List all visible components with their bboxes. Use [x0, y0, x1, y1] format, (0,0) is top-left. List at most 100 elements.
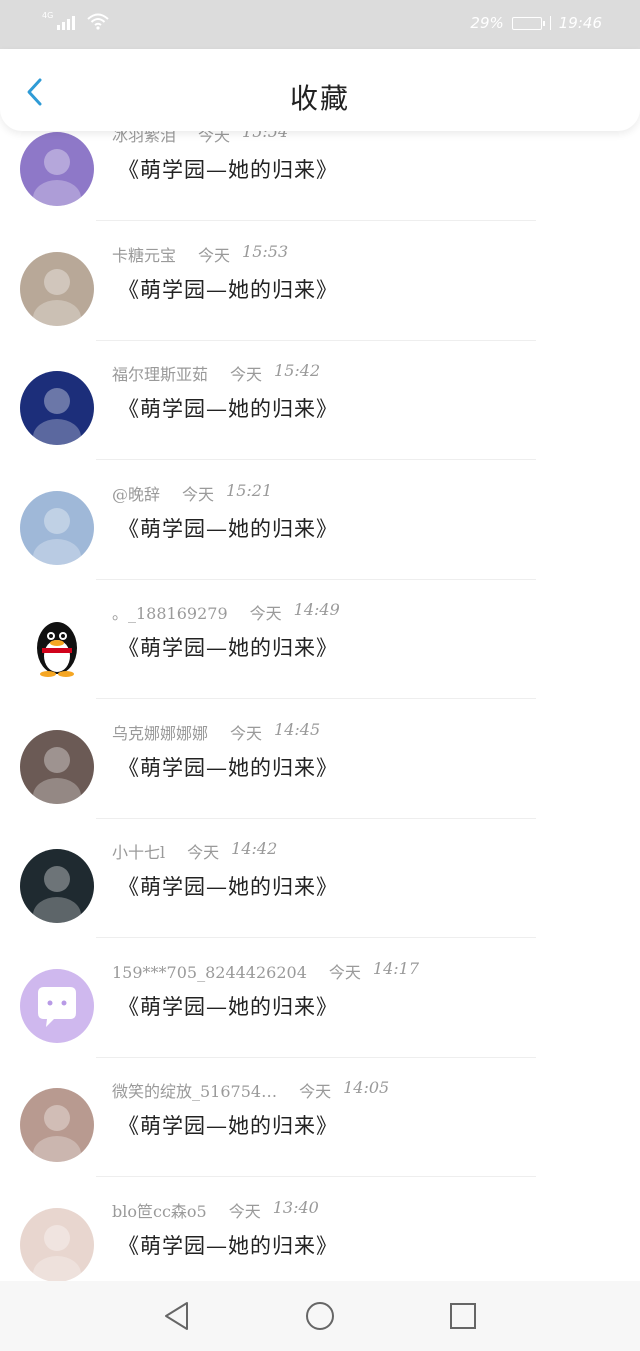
network-label: 4G — [42, 11, 54, 20]
item-meta: blo笸cc森o5 今天 13:40 — [112, 1198, 319, 1222]
item-title[interactable]: 《萌学园—她的归来》 — [118, 393, 338, 423]
item-meta: 小十七l 今天 14:42 — [112, 839, 277, 863]
battery-icon — [511, 16, 545, 30]
network-indicator: 4G — [42, 11, 109, 30]
list-item[interactable]: @晚辞 今天 15:21 《萌学园—她的归来》 — [0, 479, 640, 599]
item-title[interactable]: 《萌学园—她的归来》 — [118, 154, 338, 184]
avatar[interactable] — [20, 490, 94, 565]
user-name: blo笸cc森o5 — [112, 1201, 207, 1221]
list-item[interactable]: 小十七l 今天 14:42 《萌学园—她的归来》 — [0, 837, 640, 957]
list-item[interactable]: 冰羽紫泪 今天 15:54 《萌学园—她的归来》 — [0, 131, 640, 240]
row-divider — [96, 220, 536, 221]
circle-home-icon — [306, 1302, 334, 1330]
time-label: 15:42 — [274, 361, 321, 380]
penguin-icon — [37, 622, 77, 677]
system-nav-bar — [0, 1281, 640, 1351]
list-item[interactable]: 。_188169279 今天 14:49 《萌学园—她的归来》 — [0, 598, 640, 718]
row-divider — [96, 459, 536, 460]
list-item[interactable]: 福尔理斯亚茹 今天 15:42 《萌学园—她的归来》 — [0, 359, 640, 479]
avatar[interactable] — [20, 251, 94, 326]
time-label: 13:40 — [272, 1197, 319, 1217]
item-meta: 冰羽紫泪 今天 15:54 — [112, 131, 288, 146]
item-meta: 乌克娜娜娜娜 今天 14:45 — [112, 720, 320, 744]
timestamp: 今天 14:05 — [299, 1078, 389, 1102]
day-label: 今天 — [182, 484, 215, 504]
row-divider — [96, 1176, 536, 1177]
signal-icon — [57, 16, 76, 30]
profile-photo — [33, 268, 81, 326]
nav-recent-button[interactable] — [446, 1299, 480, 1333]
item-title[interactable]: 《萌学园—她的归来》 — [118, 752, 338, 782]
avatar[interactable] — [20, 849, 94, 923]
app-header: 收藏 — [0, 49, 640, 131]
item-meta: 微笑的绽放_516754… 今天 14:05 — [112, 1078, 389, 1102]
item-meta: 福尔理斯亚茹 今天 15:42 — [112, 361, 320, 385]
row-divider — [96, 937, 536, 938]
timestamp: 今天 15:54 — [198, 131, 288, 146]
avatar[interactable] — [20, 132, 94, 206]
profile-photo — [33, 149, 81, 206]
item-meta: @晚辞 今天 15:21 — [112, 481, 272, 505]
item-title[interactable]: 《萌学园—她的归来》 — [118, 1230, 338, 1260]
time-label: 15:53 — [242, 241, 289, 261]
profile-photo — [33, 746, 81, 804]
row-divider — [96, 339, 536, 341]
list-item[interactable]: 卡糖元宝 今天 15:53 《萌学园—她的归来》 — [0, 240, 640, 360]
profile-photo — [33, 388, 81, 445]
list-item[interactable]: 乌克娜娜娜娜 今天 14:45 《萌学园—她的归来》 — [0, 718, 640, 838]
time-label: 14:49 — [293, 600, 340, 619]
timestamp: 今天 14:42 — [187, 839, 277, 863]
status-divider — [549, 16, 551, 30]
list-item[interactable]: blo笸cc森o5 今天 13:40 《萌学园—她的归来》 — [0, 1196, 640, 1281]
triangle-back-icon — [165, 1302, 188, 1330]
profile-photo — [33, 507, 81, 565]
day-label: 今天 — [328, 962, 361, 982]
timestamp: 今天 14:17 — [329, 959, 419, 983]
day-label: 今天 — [299, 1082, 332, 1101]
row-divider — [96, 1056, 536, 1058]
clock: 19:46 — [558, 14, 602, 32]
avatar[interactable] — [20, 1088, 94, 1162]
nav-back-button[interactable] — [160, 1299, 194, 1333]
item-title[interactable]: 《萌学园—她的归来》 — [118, 632, 338, 662]
row-divider — [96, 578, 536, 580]
profile-photo — [33, 1105, 81, 1162]
item-title[interactable]: 《萌学园—她的归来》 — [118, 991, 338, 1021]
item-meta: 。_188169279 今天 14:49 — [112, 600, 340, 624]
day-label: 今天 — [230, 365, 263, 384]
status-right: 29% 19:46 — [470, 14, 602, 32]
favorites-list[interactable]: 冰羽紫泪 今天 15:54 《萌学园—她的归来》 卡糖元宝 今天 15:53 《萌学园—她的归… — [0, 131, 640, 1281]
avatar[interactable] — [20, 968, 94, 1043]
time-label: 14:05 — [343, 1078, 390, 1097]
day-label: 今天 — [198, 245, 231, 265]
profile-photo — [33, 866, 81, 923]
timestamp: 今天 15:53 — [198, 242, 288, 266]
item-title[interactable]: 《萌学园—她的归来》 — [118, 871, 338, 901]
avatar[interactable] — [20, 1207, 94, 1281]
day-label: 今天 — [198, 131, 231, 145]
avatar[interactable] — [20, 371, 94, 445]
nav-home-button[interactable] — [303, 1299, 337, 1333]
avatar[interactable] — [20, 729, 94, 804]
square-recent-icon — [450, 1303, 476, 1329]
time-label: 14:45 — [274, 719, 321, 739]
timestamp: 今天 15:42 — [230, 361, 320, 385]
user-name: 乌克娜娜娜娜 — [112, 723, 209, 743]
row-divider — [96, 698, 536, 699]
status-bar: 4G 29% 19:46 — [0, 0, 640, 49]
user-name: 福尔理斯亚茹 — [112, 365, 209, 384]
item-title[interactable]: 《萌学园—她的归来》 — [118, 274, 338, 304]
avatar[interactable] — [20, 610, 94, 684]
item-title[interactable]: 《萌学园—她的归来》 — [118, 1110, 338, 1140]
list-item[interactable]: 159***705_8244426204 今天 14:17 《萌学园—她的归来》 — [0, 957, 640, 1077]
list-item[interactable]: 微笑的绽放_516754… 今天 14:05 《萌学园—她的归来》 — [0, 1076, 640, 1196]
item-title[interactable]: 《萌学园—她的归来》 — [118, 513, 338, 543]
user-name: 卡糖元宝 — [112, 245, 177, 265]
timestamp: 今天 14:45 — [230, 720, 320, 744]
profile-photo — [33, 1224, 81, 1281]
page-title: 收藏 — [289, 82, 350, 115]
user-name: 。_188169279 — [112, 604, 228, 623]
day-label: 今天 — [187, 843, 220, 862]
wifi-icon — [87, 13, 109, 30]
user-name: 小十七l — [112, 843, 166, 862]
